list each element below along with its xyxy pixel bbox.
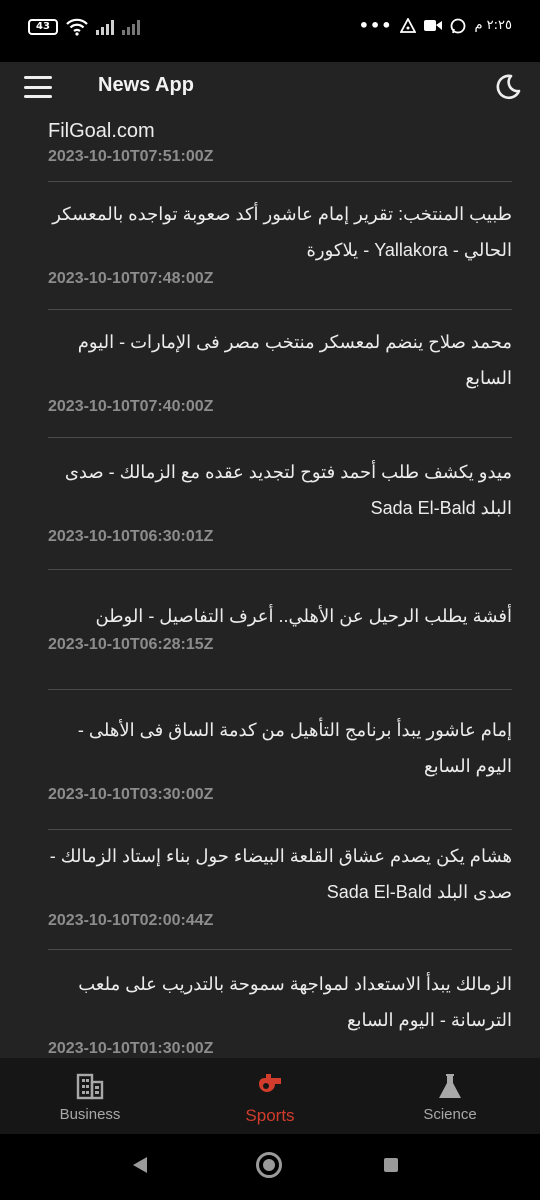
bottom-navigation: Business Sports Science bbox=[0, 1058, 540, 1134]
news-title: طبيب المنتخب: تقرير إمام عاشور أكد صعوبة… bbox=[52, 204, 512, 260]
tab-label: Science bbox=[423, 1106, 477, 1123]
clock: ٢:٢٥ م bbox=[474, 18, 512, 33]
news-item[interactable]: إمام عاشور يبدأ برنامج التأهيل من كدمة ا… bbox=[48, 690, 512, 830]
tab-science[interactable]: Science bbox=[360, 1058, 540, 1134]
building-icon bbox=[76, 1073, 104, 1100]
tab-business[interactable]: Business bbox=[0, 1058, 180, 1134]
app-title: News App bbox=[98, 74, 194, 96]
flask-icon bbox=[439, 1074, 461, 1098]
news-item[interactable]: طبيب المنتخب: تقرير إمام عاشور أكد صعوبة… bbox=[48, 182, 512, 310]
news-date: 2023-10-10T07:40:00Z bbox=[48, 398, 214, 415]
status-right: ••• ٢:٢٥ م bbox=[359, 16, 512, 35]
news-item[interactable]: هشام يكن يصدم عشاق القلعة البيضاء حول بن… bbox=[48, 830, 512, 950]
status-left: 43 bbox=[28, 18, 140, 36]
tab-label: Sports bbox=[245, 1106, 295, 1125]
news-title: محمد صلاح ينضم لمعسكر منتخب مصر فى الإما… bbox=[77, 332, 512, 388]
hamburger-menu-icon[interactable] bbox=[24, 76, 52, 98]
system-navigation-bar bbox=[0, 1134, 540, 1200]
tab-sports[interactable]: Sports bbox=[180, 1058, 360, 1134]
battery-level: 43 bbox=[36, 21, 50, 32]
news-item[interactable]: الزمالك يبدأ الاستعداد لمواجهة سموحة بال… bbox=[48, 950, 512, 1058]
news-title: إمام عاشور يبدأ برنامج التأهيل من كدمة ا… bbox=[77, 720, 512, 776]
signal-icon-sim2 bbox=[122, 19, 140, 35]
news-item[interactable]: أفشة يطلب الرحيل عن الأهلي.. أعرف التفاص… bbox=[48, 570, 512, 690]
app-bar: News App bbox=[0, 62, 540, 112]
news-date: 2023-10-10T06:30:01Z bbox=[48, 528, 214, 545]
recent-apps-icon[interactable] bbox=[384, 1158, 398, 1172]
battery-icon: 43 bbox=[28, 19, 58, 35]
status-bar: 43 ••• ٢:٢٥ م bbox=[0, 0, 540, 62]
news-item[interactable]: محمد صلاح ينضم لمعسكر منتخب مصر فى الإما… bbox=[48, 310, 512, 438]
news-title: هشام يكن يصدم عشاق القلعة البيضاء حول بن… bbox=[49, 846, 512, 902]
news-date: 2023-10-10T03:30:00Z bbox=[48, 786, 214, 803]
news-title: أفشة يطلب الرحيل عن الأهلي.. أعرف التفاص… bbox=[95, 606, 513, 626]
tab-label: Business bbox=[59, 1106, 121, 1123]
news-date: 2023-10-10T06:28:15Z bbox=[48, 636, 214, 653]
video-icon bbox=[424, 20, 443, 31]
more-notifications-icon: ••• bbox=[358, 16, 393, 35]
home-icon[interactable] bbox=[256, 1152, 282, 1178]
moon-icon[interactable] bbox=[492, 72, 522, 102]
news-date: 2023-10-10T07:48:00Z bbox=[48, 270, 214, 287]
warning-icon bbox=[400, 18, 417, 33]
news-title: FilGoal.com bbox=[48, 120, 155, 142]
whatsapp-icon bbox=[451, 18, 466, 33]
wifi-icon bbox=[66, 18, 88, 36]
news-title: ميدو يكشف طلب أحمد فتوح لتجديد عقده مع ا… bbox=[64, 462, 512, 518]
news-date: 2023-10-10T01:30:00Z bbox=[48, 1040, 214, 1057]
news-title: الزمالك يبدأ الاستعداد لمواجهة سموحة بال… bbox=[78, 974, 512, 1030]
news-item[interactable]: ميدو يكشف طلب أحمد فتوح لتجديد عقده مع ا… bbox=[48, 438, 512, 570]
whistle-icon bbox=[259, 1074, 281, 1092]
news-item[interactable]: FilGoal.com 2023-10-10T07:51:00Z bbox=[48, 112, 512, 182]
news-date: 2023-10-10T07:51:00Z bbox=[48, 148, 214, 165]
back-icon[interactable] bbox=[132, 1156, 148, 1174]
news-feed[interactable]: FilGoal.com 2023-10-10T07:51:00Z طبيب ال… bbox=[0, 112, 540, 1058]
signal-icon bbox=[96, 19, 114, 35]
news-date: 2023-10-10T02:00:44Z bbox=[48, 912, 214, 929]
